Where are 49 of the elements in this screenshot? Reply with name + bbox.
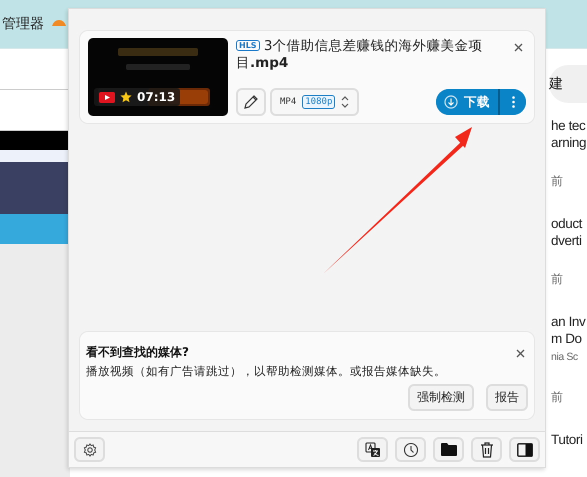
translate-button[interactable] [357,437,388,462]
video-icon [99,92,115,102]
article-text: dverti [551,232,583,249]
settings-button[interactable] [74,437,105,462]
clock-icon [402,442,418,458]
round-button[interactable]: 建 [549,65,587,103]
media-title: HLS 3个借助信息差赚钱的海外赚美金项目.mp4 [236,38,484,72]
translate-icon [364,442,380,458]
article-text: 前 [551,271,563,288]
close-icon [516,349,525,358]
settings-icon [82,442,96,456]
notice-button[interactable]: 报告 [486,384,528,411]
toolbar-label: 管理器 [2,15,44,33]
download-button[interactable]: 下载 [436,89,500,115]
delete-button[interactable] [471,437,502,462]
sidebar-icon [516,442,532,456]
more-icon [512,96,514,108]
article-text: 前 [551,389,563,406]
trash-icon [480,442,494,458]
close-icon [514,43,523,52]
duration-text: 07:13 [137,90,176,104]
stream-badge: HLS [236,40,260,51]
article-text: an Inv [551,313,586,330]
cloud-icon [52,18,66,26]
nav-bar [0,214,70,244]
download-icon [444,95,458,109]
pencil-icon [243,94,259,110]
article-text: nia Sc [551,350,578,365]
format-label: MP4 [280,97,296,107]
article-text: oduct [551,215,584,232]
notice-button[interactable]: 强制检测 [408,384,474,411]
article-text: arning [551,134,587,151]
article-text: Tutori [551,431,584,448]
up-down-icon [341,96,350,108]
quality-badge: 1080p [302,95,336,109]
header-strip [0,131,70,150]
folder-button[interactable] [433,437,464,462]
rename-button[interactable] [236,88,266,116]
history-button[interactable] [395,437,426,462]
sidebar-button[interactable] [509,437,540,462]
star-icon [120,91,132,103]
article-text: 前 [551,173,563,190]
notice-title: 看不到查找的媒体? [86,344,189,361]
article-text: m Do [551,330,583,347]
notice-text: 播放视频（如有广告请跳过），以帮助检测媒体。或报告媒体缺失。 [86,364,447,379]
folder-icon [440,443,456,456]
article-text: he tec [551,117,586,134]
format-selector[interactable]: MP4 1080p [270,88,360,116]
banner [0,162,70,214]
